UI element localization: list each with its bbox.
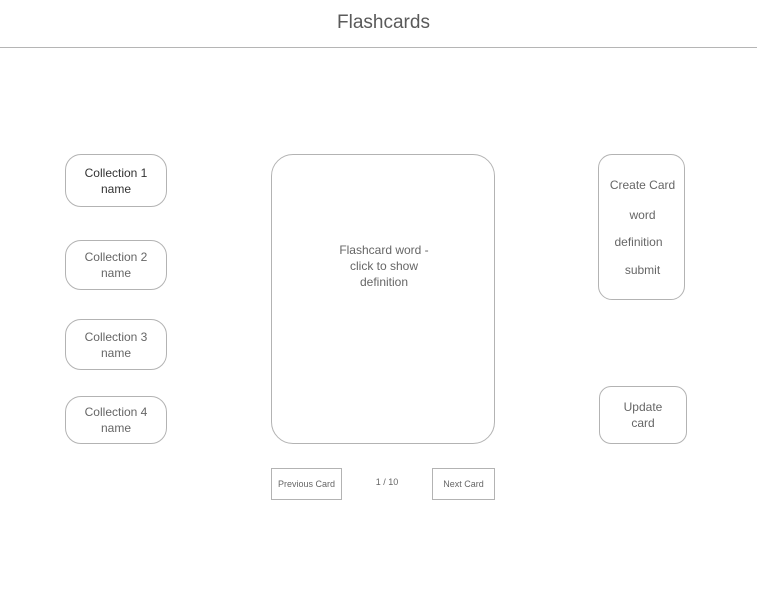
collection-2-button[interactable]: Collection 2 name: [65, 240, 167, 290]
update-card-button[interactable]: Update card: [599, 386, 687, 444]
page-title: Flashcards: [337, 12, 430, 33]
header: Flashcards: [0, 0, 757, 48]
submit-button[interactable]: submit: [599, 263, 686, 277]
page-indicator: 1 / 10: [375, 477, 399, 487]
create-card-panel: Create Card word definition submit: [598, 154, 685, 300]
create-card-title: Create Card: [609, 178, 676, 192]
collection-4-button[interactable]: Collection 4 name: [65, 396, 167, 444]
collection-1-button[interactable]: Collection 1 name: [65, 154, 167, 207]
word-input[interactable]: word: [599, 208, 686, 222]
flashcard[interactable]: Flashcard word - click to show definitio…: [271, 154, 495, 444]
definition-input[interactable]: definition: [595, 235, 682, 249]
next-card-button[interactable]: Next Card: [432, 468, 495, 500]
collection-3-button[interactable]: Collection 3 name: [65, 319, 167, 370]
flashcard-text: Flashcard word - click to show definitio…: [339, 243, 429, 289]
previous-card-button[interactable]: Previous Card: [271, 468, 342, 500]
